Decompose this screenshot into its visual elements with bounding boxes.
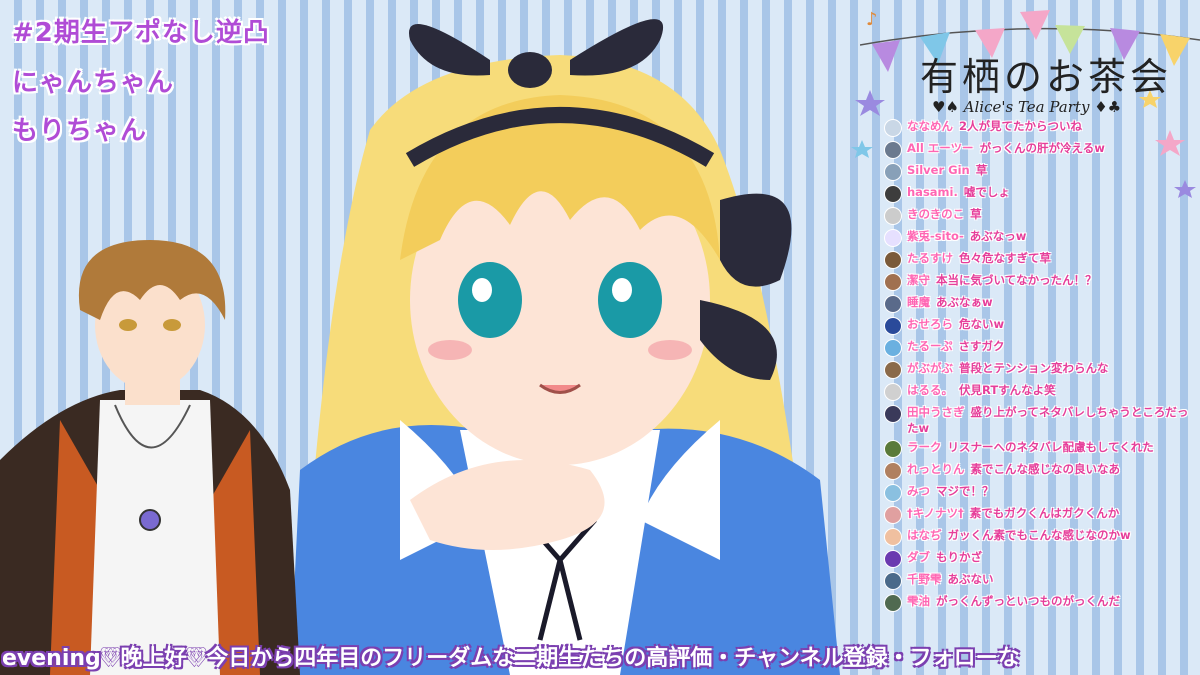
chat-text: もりかざ [936,550,982,564]
chat-message: れっとりん 素でこんな感じなの良いなあ [884,461,1190,480]
chat-message: 睡魔 あぶなぁw [884,294,1190,313]
chat-author: れっとりん [907,462,965,476]
chat-avatar [884,185,902,203]
alice-avatar [290,19,840,675]
chat-author: 千野雫 [907,572,942,586]
chat-avatar [884,528,902,546]
stream-title-line-1: #2期生アポなし逆凸 [12,18,270,48]
stream-title-line-3: もりちゃん [12,116,148,146]
chat-text: 草 [970,207,982,221]
bottom-ticker: evening♡晚上好♡今日から四年目のフリーダムな二期生たちの高評価・チャンネ… [0,640,1200,675]
chat-avatar [884,317,902,335]
chat-author: 潔守 [907,273,930,287]
chat-message: 田中うさぎ 盛り上がってネタバレしちゃうところだったw [884,404,1190,436]
chat-avatar [884,229,902,247]
chat-avatar [884,119,902,137]
chat-text: 色々危なすぎて草 [959,251,1051,265]
chat-avatar [884,295,902,313]
chat-avatar [884,141,902,159]
chat-author: Silver Gin [907,163,970,177]
ticker-text: evening♡晚上好♡今日から四年目のフリーダムな二期生たちの高評価・チャンネ… [2,646,1020,671]
chat-text: 危ないw [959,317,1005,331]
chat-avatar [884,594,902,612]
chat-message: Silver Gin 草 [884,162,1190,181]
chat-author: ななめん [907,119,953,133]
chat-avatar [884,550,902,568]
chat-text: 草 [975,163,988,177]
chat-author: がぶがぶ [907,361,953,375]
chat-message: はるる。 伏見RTすんなよ笑 [884,382,1190,401]
chat-message: たるすけ 色々危なすぎて草 [884,250,1190,269]
chat-avatar [884,251,902,269]
chat-message: ダブ もりかざ [884,549,1190,568]
chat-author: たるーぷ [907,339,953,353]
chat-message: 千野雫 あぶない [884,571,1190,590]
chat-message: ななめん 2人が見てたからついね [884,118,1190,137]
logo-title: 有栖のお茶会 [920,55,1173,99]
chat-author: たるすけ [907,251,953,265]
stream-title-line-2: にゃんちゃん [12,68,175,98]
chat-message: hasami. 嘘でしょ [884,184,1190,203]
chat-message: All エーツー がっくんの肝が冷えるw [884,140,1190,159]
chat-author: hasami. [907,185,958,199]
chat-text: 2人が見てたからついね [959,119,1083,133]
chat-text: マジで！？ [936,484,994,498]
chat-avatar [884,361,902,379]
chat-text: あぶない [947,572,994,586]
logo-subtitle: ♥♠ Alice's Tea Party ♦♣ [932,98,1122,116]
chat-avatar [884,163,902,181]
chat-author: ダブ [907,550,930,564]
chat-author: はなぢ [907,528,942,542]
chat-author: 睡魔 [907,295,930,309]
chat-message: きのきのこ草 [884,206,1190,225]
chat-text: 伏見RTすんなよ笑 [959,383,1056,397]
chat-author: All エーツー [907,141,974,155]
chat-avatar [884,440,902,458]
chat-author: おせろら [907,317,953,331]
chat-author: きのきのこ [907,207,965,221]
chat-author: はるる。 [907,383,953,397]
chat-author: †キノナツ† [907,506,964,520]
chat-author: 雫油 [907,594,930,608]
chat-text: 普段とテンション変わらんな [959,361,1109,375]
chat-text: 素でこんな感じなの良いなあ [970,462,1121,476]
chat-avatar [884,339,902,357]
chat-avatar [884,506,902,524]
chat-author: みつ [907,484,930,498]
chat-text: ガッくん素でもこんな感じなのかw [947,528,1131,542]
chat-text: リスナーへのネタバレ配慮もしてくれた [947,440,1154,454]
chat-text: 嘘でしょ [963,185,1010,199]
chat-text: がっくんずっといつものがっくんだ [936,594,1120,608]
chat-text: さすガク [958,339,1005,353]
chat-text: あぶなっw [969,229,1027,243]
chat-avatar [884,405,902,423]
chat-message: 雫油 がっくんずっといつものがっくんだ [884,593,1190,612]
chat-avatar [884,273,902,291]
live-chat: ななめん 2人が見てたからついね All エーツー がっくんの肝が冷えるw Silver… [884,115,1190,635]
chat-avatar [884,383,902,401]
chat-author: 田中うさぎ [907,405,965,419]
chat-message: 潔守 本当に気づいてなかったん！？ [884,272,1190,291]
chat-text: 素でもガクくんはガクくんか [969,506,1120,520]
chat-message: おせろら 危ないw [884,316,1190,335]
chat-message: 紫兎-sito- あぶなっw [884,228,1190,247]
chat-message: はなぢ ガッくん素でもこんな感じなのかw [884,527,1190,546]
chat-message: †キノナツ† 素でもガクくんはガクくんか [884,505,1190,524]
chat-message: ラーク リスナーへのネタバレ配慮もしてくれた [884,439,1190,458]
chat-text: がっくんの肝が冷えるw [979,141,1105,155]
channel-logo: 有栖のお茶会 ♥♠ Alice's Tea Party ♦♣ [880,20,1190,120]
chat-message: たるーぷ さすガク [884,338,1190,357]
stream-stage: ♪ #2期生アポなし逆凸 にゃんちゃん もりちゃん 有栖のお茶会 ♥♠ Alic… [0,0,1200,675]
chat-avatar [884,572,902,590]
male-avatar [0,240,300,675]
chat-text: 本当に気づいてなかったん！？ [936,273,1097,287]
chat-message: みつ マジで！？ [884,483,1190,502]
chat-author: 紫兎-sito- [907,229,964,243]
chat-avatar [884,484,902,502]
chat-avatar [884,207,902,225]
chat-author: ラーク [907,440,942,454]
chat-avatar [884,462,902,480]
chat-message: がぶがぶ 普段とテンション変わらんな [884,360,1190,379]
chat-text: あぶなぁw [936,295,993,309]
